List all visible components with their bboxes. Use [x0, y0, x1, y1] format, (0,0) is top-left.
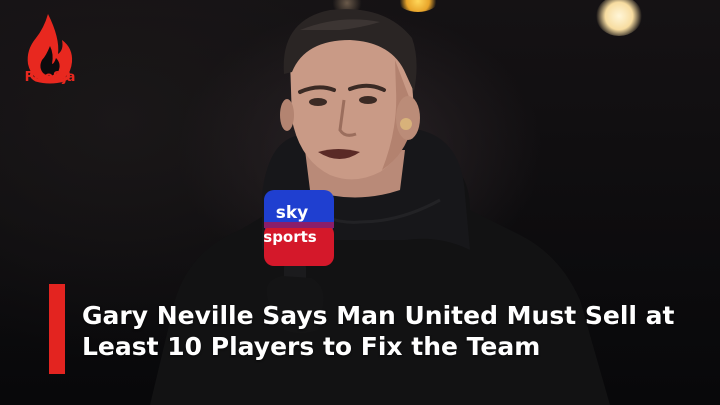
sports-mic-text: sports: [263, 228, 317, 246]
headline: Gary Neville Says Man United Must Sell a…: [82, 300, 702, 362]
headline-accent-bar: [49, 284, 65, 374]
sky-mic-text: sky: [276, 203, 309, 223]
headline-line-1: Gary Neville Says Man United Must Sell a…: [82, 301, 675, 330]
sky-sports-microphone: sky sports: [263, 190, 334, 266]
headline-line-2: Least 10 Players to Fix the Team: [82, 332, 541, 361]
logo-text: Fire9ja: [24, 70, 76, 85]
news-thumbnail: sky sports Fire9ja Gary Neville Says Man…: [0, 0, 720, 405]
